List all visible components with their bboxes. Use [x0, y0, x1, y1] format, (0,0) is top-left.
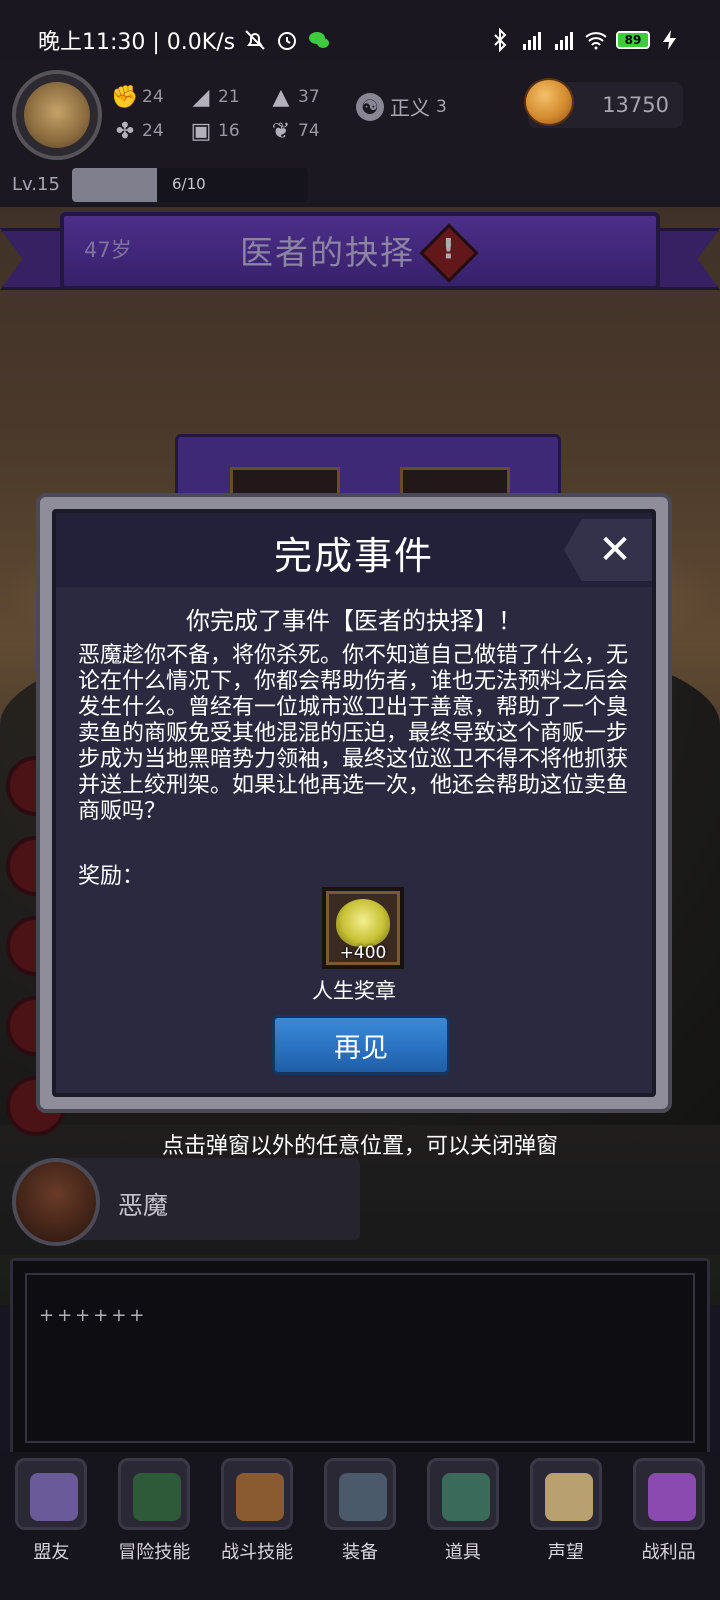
dialog-log-frame — [25, 1273, 695, 1443]
bottom-nav: 盟友 冒险技能 战斗技能 装备 道具 声望 战利品 — [0, 1452, 720, 1600]
nav-item-5[interactable]: 声望 — [514, 1452, 617, 1600]
gold-counter: 13750 — [524, 78, 683, 128]
nav-item-4[interactable]: 道具 — [411, 1452, 514, 1600]
backpack-icon — [236, 1473, 285, 1521]
event-complete-dialog: 完成事件 ✕ 你完成了事件【医者的抉择】！ 恶魔趁你不备，将你杀死。你不知道自己… — [36, 493, 672, 1113]
xp-text: 6/10 — [172, 175, 206, 193]
bluetooth-icon — [494, 28, 507, 52]
clover-icon: ✤ — [115, 118, 135, 144]
yin-yang-icon: ☯ — [356, 92, 384, 121]
boot-icon: ◢ — [192, 84, 210, 110]
nav-label: 战利品 — [641, 1542, 696, 1563]
crossed-swords-icon — [339, 1473, 387, 1521]
nav-label: 道具 — [444, 1542, 481, 1563]
speaker-name: 恶魔 — [118, 1191, 169, 1220]
demon-portrait — [12, 1158, 100, 1246]
nav-item-0[interactable]: 盟友 — [0, 1452, 103, 1600]
close-button[interactable]: ✕ — [564, 519, 652, 581]
nav-item-3[interactable]: 装备 — [309, 1452, 412, 1600]
nav-tile — [15, 1458, 88, 1530]
goodbye-button[interactable]: 再见 — [272, 1015, 450, 1075]
dialog-header: 完成事件 ✕ — [56, 513, 652, 587]
status-time: 晚上11:30 | 0.0K/s — [38, 30, 236, 55]
nav-tile — [118, 1458, 191, 1530]
alarm-icon — [278, 32, 297, 50]
nav-label: 冒险技能 — [118, 1542, 191, 1563]
dialog-frame: 完成事件 ✕ 你完成了事件【医者的抉择】！ 恶魔趁你不备，将你杀死。你不知道自己… — [52, 509, 656, 1097]
armor-icon: ▣ — [190, 118, 212, 144]
handshake-icon — [30, 1473, 79, 1521]
signal-icon — [523, 32, 541, 50]
reward-label: 奖励： — [78, 864, 145, 889]
stat-agility: ◢ 21 — [188, 84, 240, 110]
dialog-log: ++++++ — [10, 1258, 710, 1458]
nav-label: 声望 — [547, 1542, 584, 1563]
leaf-icon: ❦ — [271, 118, 291, 144]
life-medal-reward[interactable]: +400 — [322, 887, 404, 969]
nav-label: 装备 — [342, 1542, 378, 1563]
charging-bolt-icon — [663, 30, 676, 50]
wizard-hat-icon: ▲ — [272, 84, 290, 110]
stat-defense: ▣ 16 — [188, 118, 240, 144]
close-hint: 点击弹窗以外的任意位置，可以关闭弹窗 — [161, 1134, 558, 1159]
player-avatar[interactable] — [12, 70, 102, 160]
nav-tile — [426, 1458, 499, 1530]
stat-spirit: ❦ 74 — [268, 118, 320, 144]
nav-label: 盟友 — [33, 1542, 70, 1563]
wifi-icon — [585, 32, 607, 50]
nav-tile — [529, 1458, 602, 1530]
mute-bell-icon — [245, 30, 265, 50]
fist-icon: ✊ — [111, 84, 139, 110]
treasure-chest-icon — [647, 1473, 696, 1521]
signal-icon — [555, 32, 573, 50]
stat-luck: ✤ 24 — [112, 118, 164, 144]
nav-tile — [324, 1458, 396, 1530]
gold-coin-icon — [524, 78, 574, 126]
dialog-body-text: 恶魔趁你不备，将你杀死。你不知道自己做错了什么，无论在什么情况下，你都会帮助伤者… — [78, 643, 629, 824]
reward-amount: +400 — [339, 943, 387, 963]
nav-label: 战斗技能 — [221, 1542, 294, 1563]
scroll-icon — [544, 1473, 593, 1521]
nav-item-1[interactable]: 冒险技能 — [103, 1452, 206, 1600]
nav-tile — [632, 1458, 705, 1530]
speaker-plate: 恶魔 — [12, 1158, 360, 1246]
xp-fill — [72, 168, 157, 202]
stat-magic: ▲ 37 — [268, 84, 320, 110]
gold-amount: 13750 — [602, 93, 669, 117]
reward-name: 人生奖章 — [312, 979, 396, 1003]
dialog-log-text: ++++++ — [39, 1305, 148, 1326]
pouch-icon — [441, 1473, 490, 1521]
stat-strength: ✊ 24 — [111, 84, 164, 110]
nav-item-6[interactable]: 战利品 — [617, 1452, 720, 1600]
dialog-title: 完成事件 — [273, 534, 434, 578]
level-label: Lv.15 — [12, 174, 60, 195]
medal-icon — [336, 899, 390, 947]
dialog-subtitle: 你完成了事件【医者的抉择】！ — [186, 607, 522, 635]
spellbook-icon — [133, 1473, 182, 1521]
close-icon: ✕ — [598, 527, 632, 573]
battery-indicator: 89 — [616, 31, 650, 49]
wechat-icon — [309, 32, 330, 48]
nav-tile — [221, 1458, 294, 1530]
nav-item-2[interactable]: 战斗技能 — [206, 1452, 309, 1600]
alignment-indicator: ☯ 正义 3 — [356, 92, 447, 121]
player-hud: ✊ 24 ◢ 21 ▲ 37 ✤ 24 ▣ 16 ❦ 74 ☯ 正义 3 137… — [0, 62, 720, 207]
xp-progress-bar: 6/10 — [72, 168, 308, 202]
